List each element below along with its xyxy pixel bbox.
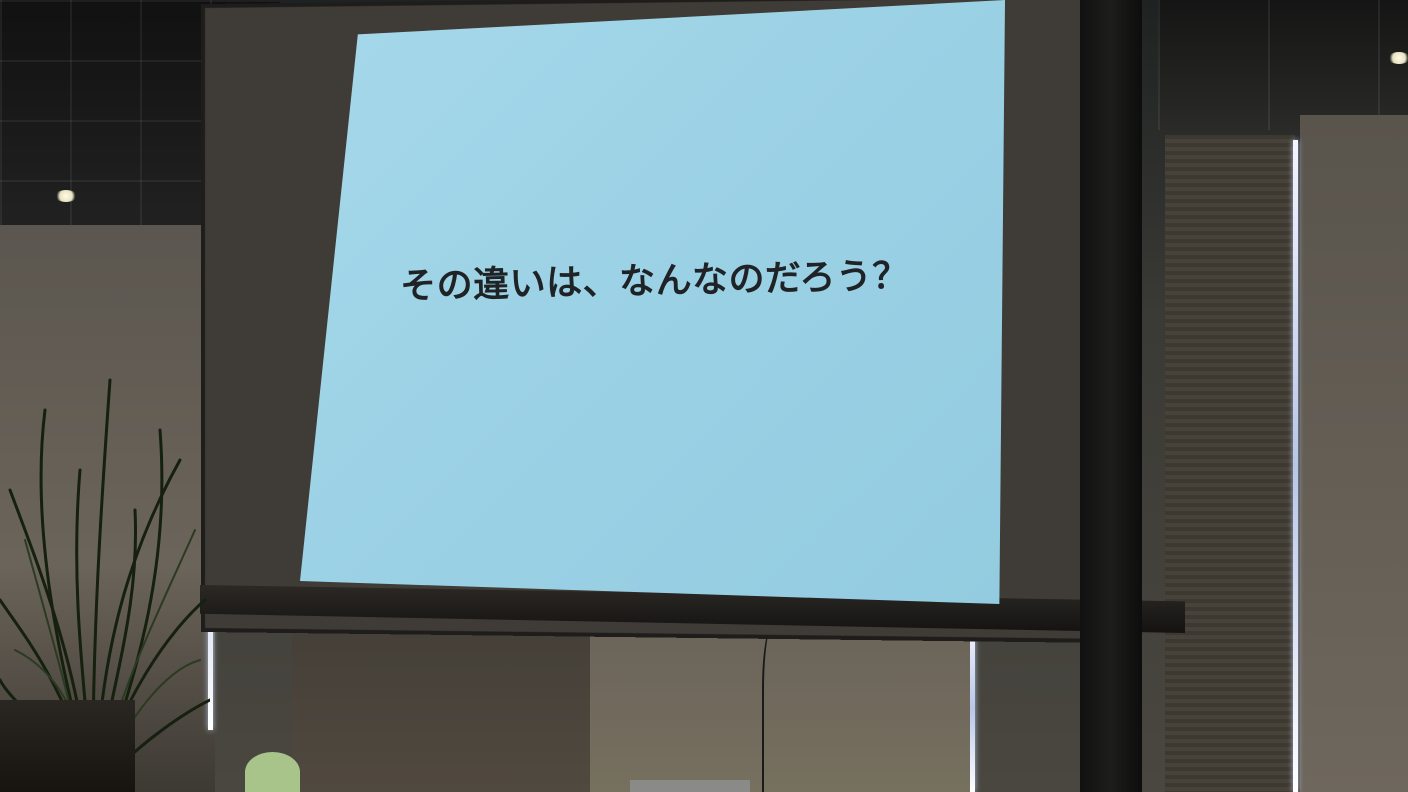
- ceiling-light: [1388, 52, 1408, 64]
- hanging-cable: [762, 620, 794, 792]
- plant-pot: [0, 700, 135, 792]
- led-light-strip-right: [1293, 140, 1298, 792]
- floor-object: [630, 780, 750, 792]
- slide-text: その違いは、なんなのだろう？: [399, 255, 910, 308]
- green-chair: [245, 752, 300, 792]
- pillar: [1080, 0, 1142, 792]
- window-blinds: [1165, 135, 1295, 792]
- photo-scene: その違いは、なんなのだろう？: [0, 0, 1408, 792]
- ceiling-grid-right: [1158, 0, 1408, 130]
- lower-wall-panel: [292, 610, 592, 792]
- projected-slide: その違いは、なんなのだろう？: [300, 0, 1005, 604]
- ceiling-light: [55, 190, 77, 202]
- back-wall-right: [1300, 115, 1408, 792]
- led-light-strip-center: [970, 625, 975, 792]
